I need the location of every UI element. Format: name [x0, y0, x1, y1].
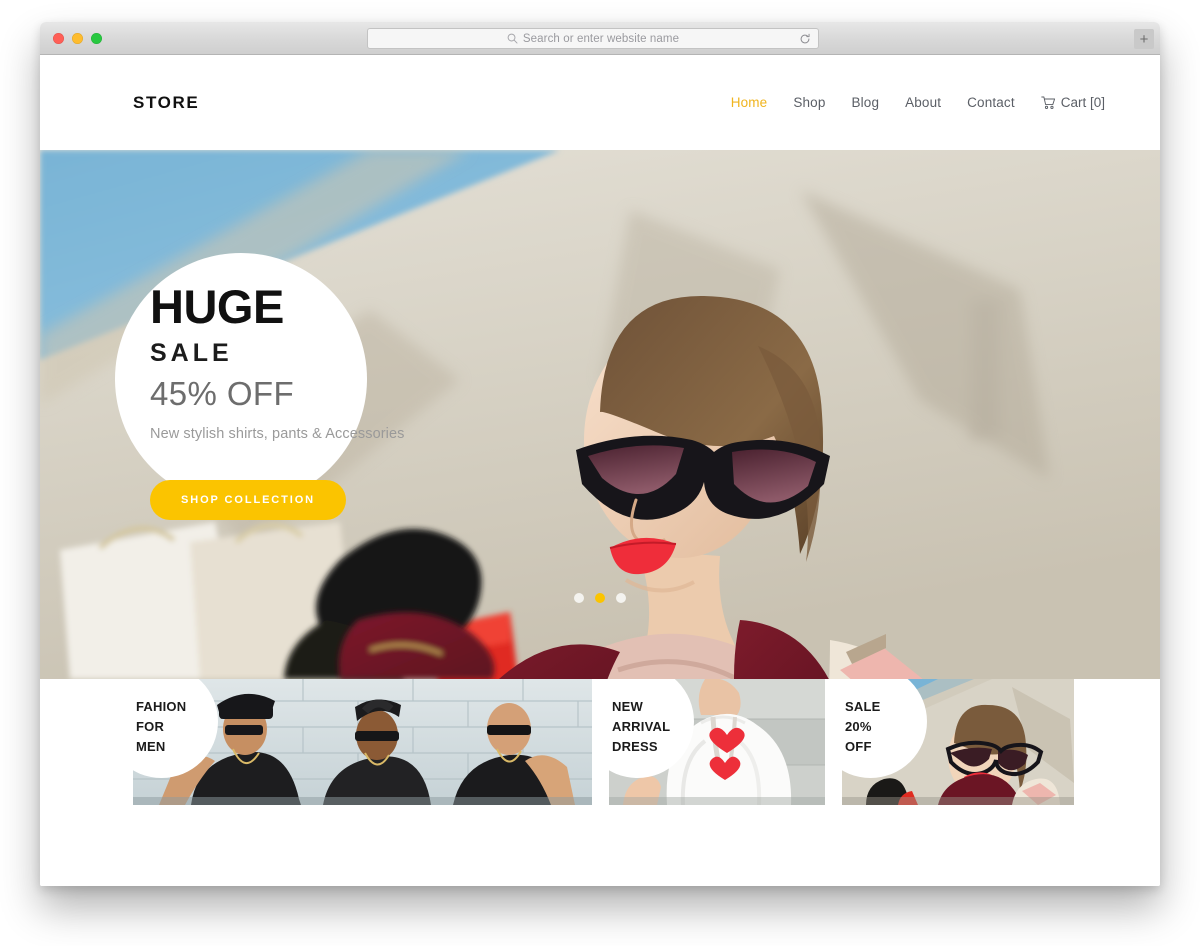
browser-window: Search or enter website name + STORE Hom… [40, 22, 1160, 886]
promo-card-men-line2: FOR [136, 719, 165, 735]
promo-card-sale-label: SALE 20% OFF [845, 697, 880, 757]
promo-card-men[interactable]: FAHION FOR MEN [133, 679, 592, 805]
close-window-button[interactable] [53, 33, 64, 44]
promo-card-dress-line2: ARRIVAL [612, 719, 671, 735]
promo-card-sale-line3: OFF [845, 739, 872, 755]
address-bar[interactable]: Search or enter website name [367, 28, 819, 49]
hero-copy: HUGE SALE 45% OFF New stylish shirts, pa… [150, 283, 510, 442]
nav-item-blog[interactable]: Blog [852, 95, 880, 110]
website-viewport: STORE Home Shop Blog About Contact Cart … [40, 55, 1160, 886]
promo-card-sale-line2: 20% [845, 719, 872, 735]
carousel-dots [574, 593, 626, 603]
promo-card-dress[interactable]: NEW ARRIVAL DRESS [609, 679, 825, 805]
maximize-window-button[interactable] [91, 33, 102, 44]
site-header: STORE Home Shop Blog About Contact Cart … [40, 55, 1160, 150]
nav-item-contact[interactable]: Contact [967, 95, 1015, 110]
hero-discount: 45% OFF [150, 375, 295, 412]
search-icon [507, 33, 518, 44]
minimize-window-button[interactable] [72, 33, 83, 44]
nav-item-home[interactable]: Home [731, 95, 768, 110]
promo-card-dress-label: NEW ARRIVAL DRESS [612, 697, 670, 757]
nav-item-shop[interactable]: Shop [793, 95, 825, 110]
carousel-dot-1[interactable] [574, 593, 584, 603]
cart-label: Cart [0] [1060, 95, 1105, 110]
hero-carousel: HUGE SALE 45% OFF New stylish shirts, pa… [40, 150, 1160, 679]
address-bar-content: Search or enter website name [507, 33, 679, 45]
hero-description: New stylish shirts, pants & Accessories [150, 426, 405, 442]
shopping-cart-icon [1041, 96, 1055, 109]
hero-subheadline: SALE [150, 339, 233, 367]
new-tab-button[interactable]: + [1134, 29, 1154, 49]
carousel-dot-3[interactable] [616, 593, 626, 603]
promo-card-dress-line3: DRESS [612, 739, 658, 755]
hero-headline: HUGE [150, 280, 284, 333]
site-logo[interactable]: STORE [133, 93, 199, 113]
browser-chrome: Search or enter website name + [40, 22, 1160, 55]
address-bar-placeholder: Search or enter website name [522, 32, 680, 45]
promo-cards: FAHION FOR MEN NEW ARRIVAL DRESS SALE 20… [40, 679, 1160, 805]
reload-icon[interactable] [799, 33, 811, 45]
nav-item-about[interactable]: About [905, 95, 941, 110]
promo-card-men-line3: MEN [136, 739, 166, 755]
promo-card-men-label: FAHION FOR MEN [136, 697, 186, 757]
promo-card-sale-line1: SALE [845, 699, 881, 714]
shop-collection-button[interactable]: SHOP COLLECTION [150, 480, 347, 520]
promo-card-men-line1: FAHION [136, 699, 187, 714]
cart-button[interactable]: Cart [0] [1041, 95, 1105, 110]
promo-card-dress-line1: NEW [612, 699, 643, 714]
window-controls [53, 33, 102, 44]
carousel-dot-2[interactable] [595, 593, 605, 603]
promo-card-sale[interactable]: SALE 20% OFF [842, 679, 1074, 805]
main-navigation: Home Shop Blog About Contact Cart [0] [731, 95, 1105, 110]
